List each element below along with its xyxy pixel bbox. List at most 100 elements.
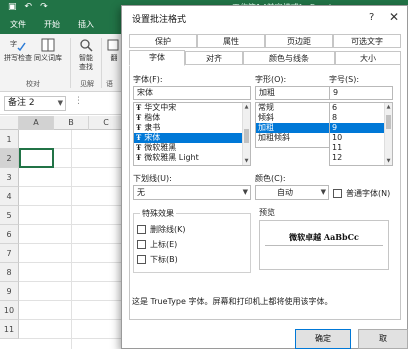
list-item-selected[interactable]: 9 xyxy=(330,123,392,133)
smart-lookup-icon xyxy=(80,39,93,52)
scroll-up-icon[interactable]: ▲ xyxy=(243,103,250,111)
checkbox-box[interactable] xyxy=(137,255,146,264)
list-item[interactable]: 10 xyxy=(330,133,392,143)
scroll-thumb[interactable] xyxy=(244,129,249,143)
spell-check-button[interactable]: 字 拼写检查 xyxy=(4,38,32,63)
format-comment-dialog: 设置批注格式 ? ✕ 保护 属性 页边距 可选文字 字体 对齐 颜色与线条 大小… xyxy=(121,5,408,349)
truetype-icon: Ŧ xyxy=(136,113,142,122)
font-size-list[interactable]: 6 8 9 10 11 12 ▲ ▼ xyxy=(329,102,393,166)
column-header-a[interactable]: A xyxy=(19,116,54,130)
undo-icon[interactable]: ↶ xyxy=(25,2,33,12)
subscript-checkbox[interactable]: 下标(B) xyxy=(137,254,178,265)
list-item[interactable]: 常规 xyxy=(256,103,338,113)
cancel-button[interactable]: 取 xyxy=(358,329,408,349)
list-item[interactable]: 12 xyxy=(330,153,392,163)
scroll-down-icon[interactable]: ▼ xyxy=(243,157,250,165)
chevron-down-icon[interactable]: ▼ xyxy=(321,186,326,199)
select-all-corner[interactable] xyxy=(0,116,19,130)
list-item-label: 微软雅黑 xyxy=(144,143,177,152)
tab-font[interactable]: 字体 xyxy=(129,50,185,66)
row-header[interactable]: 9 xyxy=(0,282,19,301)
tab-colors-lines[interactable]: 颜色与线条 xyxy=(243,51,335,65)
truetype-icon: Ŧ xyxy=(136,103,142,112)
preview-box: 微软卓越 AaBbCc xyxy=(259,220,389,270)
scroll-thumb[interactable] xyxy=(386,115,391,129)
row-header[interactable]: 4 xyxy=(0,187,19,206)
tab-properties[interactable]: 属性 xyxy=(197,34,265,48)
ok-button[interactable]: 确定 xyxy=(295,329,351,349)
active-cell-a2[interactable] xyxy=(19,148,54,168)
list-item[interactable]: 8 xyxy=(330,113,392,123)
normal-font-checkbox[interactable]: 普通字体(N) xyxy=(333,188,390,199)
list-item-label: 楷体 xyxy=(144,113,161,122)
list-item[interactable]: 倾斜 xyxy=(256,113,338,123)
list-item[interactable]: 加粗倾斜 xyxy=(256,133,338,143)
checkbox-box[interactable] xyxy=(137,240,146,249)
save-icon[interactable]: ▣ xyxy=(8,2,17,12)
font-info-text: 这是 TrueType 字体。屏幕和打印机上都将使用该字体。 xyxy=(132,297,333,306)
font-style-list[interactable]: 常规 倾斜 加粗 加粗倾斜 ▲ ▼ xyxy=(255,102,339,148)
list-item[interactable]: 6 xyxy=(330,103,392,113)
truetype-icon: Ŧ xyxy=(136,143,142,152)
list-item[interactable]: Ŧ 华文中宋 xyxy=(134,103,250,113)
row-header[interactable]: 1 xyxy=(0,130,19,149)
chevron-down-icon[interactable]: ▼ xyxy=(243,186,248,199)
thesaurus-button[interactable]: 同义词库 xyxy=(34,38,62,63)
preview-baseline xyxy=(265,245,383,246)
redo-icon[interactable]: ↷ xyxy=(40,2,48,12)
row-header[interactable]: 3 xyxy=(0,168,19,187)
quick-access-toolbar: ▣ ↶ ↷ xyxy=(8,2,48,12)
list-item[interactable]: Ŧ 微软雅黑 Light xyxy=(134,153,250,163)
checkbox-box[interactable] xyxy=(137,225,146,234)
row-header[interactable]: 10 xyxy=(0,301,19,320)
row-header[interactable]: 2 xyxy=(0,149,19,168)
font-style-input[interactable]: 加粗 xyxy=(255,86,339,100)
close-icon[interactable]: ✕ xyxy=(389,10,399,24)
translate-button[interactable]: 翻 xyxy=(106,38,122,63)
superscript-checkbox[interactable]: 上标(E) xyxy=(137,239,177,250)
font-size-input[interactable]: 9 xyxy=(329,86,393,100)
tab-home[interactable]: 开始 xyxy=(35,18,69,33)
column-header-c[interactable]: C xyxy=(89,116,124,130)
row-header[interactable]: 8 xyxy=(0,263,19,282)
name-box[interactable]: 备注 2 ▼ xyxy=(4,96,66,111)
tab-size[interactable]: 大小 xyxy=(335,51,401,65)
list-item-label: 微软雅黑 Light xyxy=(144,153,199,162)
superscript-label: 上标(E) xyxy=(150,240,178,249)
color-select[interactable]: 自动 ▼ xyxy=(255,185,329,200)
list-item-selected[interactable]: 加粗 xyxy=(256,123,338,133)
tab-margins[interactable]: 页边距 xyxy=(265,34,333,48)
row-header[interactable]: 11 xyxy=(0,320,19,339)
row-headers: 1 2 3 4 5 6 7 8 9 10 11 xyxy=(0,130,19,339)
column-header-b[interactable]: B xyxy=(54,116,89,130)
translate-icon xyxy=(107,39,119,51)
font-input[interactable]: 宋体 xyxy=(133,86,251,100)
chevron-down-icon[interactable]: ▼ xyxy=(58,97,63,110)
tab-protection[interactable]: 保护 xyxy=(129,34,197,48)
smart-lookup-button[interactable]: 智能查找 xyxy=(77,38,95,72)
row-header[interactable]: 5 xyxy=(0,206,19,225)
ribbon-tabs: 文件 开始 插入 xyxy=(0,18,103,33)
tab-file[interactable]: 文件 xyxy=(0,18,35,33)
scroll-down-icon[interactable]: ▼ xyxy=(385,157,392,165)
list-item[interactable]: Ŧ 隶书 xyxy=(134,123,250,133)
font-list-scrollbar[interactable]: ▲ ▼ xyxy=(242,103,250,165)
strikethrough-checkbox[interactable]: 删除线(K) xyxy=(137,224,186,235)
checkbox-box[interactable] xyxy=(333,189,342,198)
underline-select[interactable]: 无 ▼ xyxy=(133,185,251,200)
font-list[interactable]: Ŧ 华文中宋 Ŧ 楷体 Ŧ 隶书 Ŧ 宋体 Ŧ 微软雅黑 Ŧ 微软雅黑 Light ▲ ▼ xyxy=(133,102,251,166)
list-item[interactable]: Ŧ 楷体 xyxy=(134,113,250,123)
list-item[interactable]: 11 xyxy=(330,143,392,153)
row-header[interactable]: 7 xyxy=(0,244,19,263)
scroll-up-icon[interactable]: ▲ xyxy=(385,103,392,111)
color-label: 颜色(C): xyxy=(255,174,286,183)
list-item-selected[interactable]: Ŧ 宋体 xyxy=(134,133,250,143)
tab-alt-text[interactable]: 可选文字 xyxy=(333,34,401,48)
help-icon[interactable]: ? xyxy=(369,12,374,23)
font-size-scrollbar[interactable]: ▲ ▼ xyxy=(384,103,392,165)
row-header[interactable]: 6 xyxy=(0,225,19,244)
list-item[interactable]: Ŧ 微软雅黑 xyxy=(134,143,250,153)
tab-alignment[interactable]: 对齐 xyxy=(185,51,243,65)
tab-insert[interactable]: 插入 xyxy=(69,18,103,33)
spell-check-label: 拼写检查 xyxy=(4,54,32,62)
